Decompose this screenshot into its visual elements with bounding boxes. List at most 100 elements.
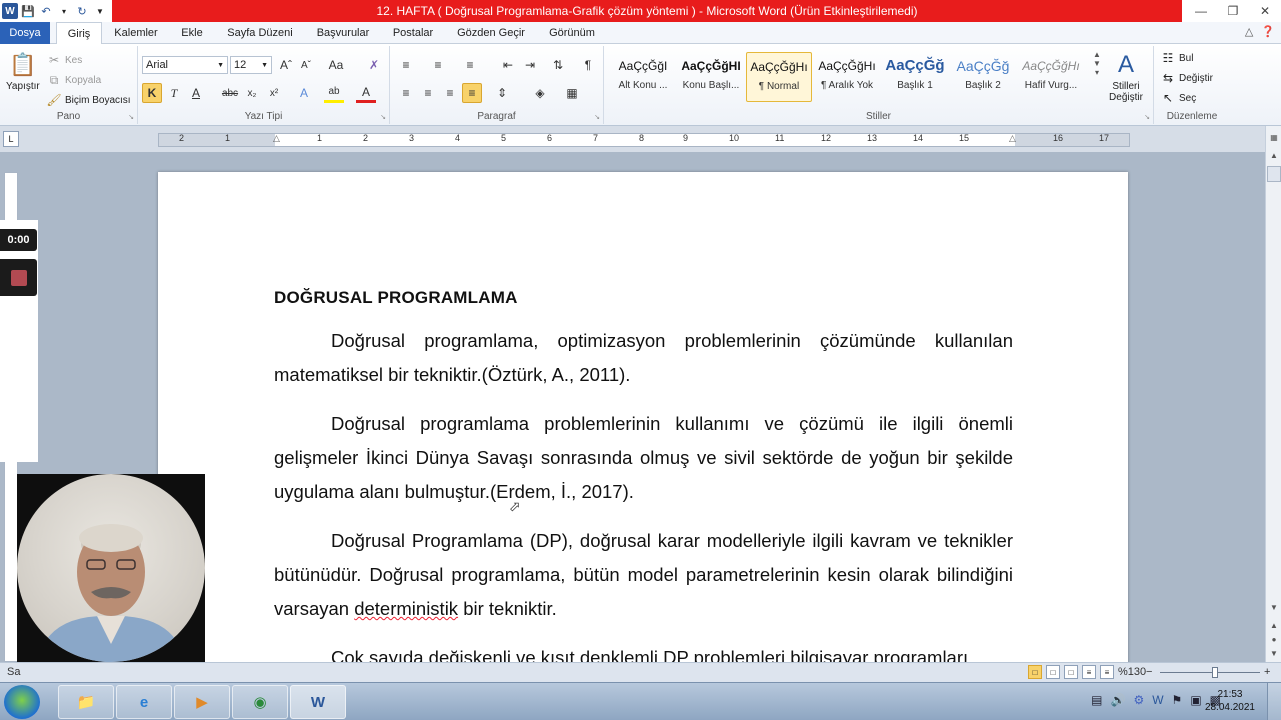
- shrink-font-icon[interactable]: Aˇ: [296, 55, 316, 75]
- align-left-icon[interactable]: ≡: [396, 83, 416, 103]
- flag-icon[interactable]: ⚑: [1172, 693, 1183, 707]
- document-heading[interactable]: DOĞRUSAL PROGRAMLAMA: [274, 288, 1013, 308]
- volume-icon[interactable]: 🔊: [1111, 693, 1126, 707]
- word-icon[interactable]: W: [2, 3, 18, 19]
- chrome-icon[interactable]: ◉: [232, 685, 288, 719]
- word-tray-icon[interactable]: W: [1152, 693, 1163, 707]
- subscript-icon[interactable]: x₂: [242, 83, 262, 103]
- next-page-icon[interactable]: ▼: [1267, 646, 1281, 660]
- style-normal[interactable]: AaÇçĞğHı ¶ Normal: [746, 52, 812, 102]
- draft-icon[interactable]: ≡: [1100, 665, 1114, 679]
- scroll-thumb[interactable]: [1267, 166, 1281, 182]
- settings-icon[interactable]: ⚙: [1133, 693, 1144, 707]
- justify-icon[interactable]: ≡: [462, 83, 482, 103]
- bullets-icon[interactable]: ≡: [396, 55, 416, 75]
- network-icon[interactable]: ▤: [1091, 693, 1102, 707]
- font-size-select[interactable]: 12 ▼: [230, 56, 272, 74]
- spelling-flagged-word[interactable]: deterministik: [354, 598, 458, 619]
- help-icon[interactable]: ❓: [1261, 25, 1275, 38]
- cut-button[interactable]: ✂ Kes: [46, 52, 82, 68]
- scroll-up-icon[interactable]: ▲: [1267, 148, 1281, 162]
- borders-icon[interactable]: ▦: [562, 83, 582, 103]
- clear-format-icon[interactable]: ✗: [364, 55, 384, 75]
- style-title[interactable]: AaÇçĞğHI Konu Başlı...: [678, 52, 744, 102]
- text-effects-icon[interactable]: A: [294, 83, 314, 103]
- underline-button[interactable]: A: [186, 83, 206, 103]
- close-button[interactable]: ✕: [1249, 0, 1281, 22]
- paragraph-3[interactable]: Doğrusal Programlama (DP), doğrusal kara…: [274, 524, 1013, 626]
- paragraph-4[interactable]: Çok sayıda değişkenli ve kısıt denklemli…: [274, 641, 1013, 662]
- zoom-slider[interactable]: − +: [1146, 666, 1270, 678]
- copy-button[interactable]: ⧉ Kopyala: [46, 72, 101, 88]
- start-button[interactable]: [4, 685, 40, 719]
- align-right-icon[interactable]: ≡: [440, 83, 460, 103]
- zoom-slider-knob[interactable]: [1212, 667, 1218, 678]
- tab-home[interactable]: Giriş: [56, 22, 102, 45]
- sort-icon[interactable]: ⇅: [548, 55, 568, 75]
- internet-explorer-icon[interactable]: e: [116, 685, 172, 719]
- zoom-out-icon[interactable]: −: [1146, 666, 1152, 678]
- style-heading-1[interactable]: AaÇçĞğ Başlık 1: [882, 52, 948, 102]
- paragraph-1[interactable]: Doğrusal programlama, optimizasyon probl…: [274, 324, 1013, 392]
- clock[interactable]: 21:53 28.04.2021: [1205, 688, 1255, 714]
- increase-indent-icon[interactable]: ⇥: [520, 55, 540, 75]
- undo-dropdown-icon[interactable]: ▾: [56, 3, 72, 19]
- find-button[interactable]: ☷ Bul: [1160, 50, 1194, 66]
- align-center-icon[interactable]: ≡: [418, 83, 438, 103]
- zoom-level[interactable]: %130: [1118, 666, 1146, 678]
- multilevel-list-icon[interactable]: ≡: [460, 55, 480, 75]
- document-page[interactable]: DOĞRUSAL PROGRAMLAMA Doğrusal programlam…: [158, 172, 1128, 662]
- show-marks-icon[interactable]: ¶: [578, 55, 598, 75]
- strikethrough-icon[interactable]: abc: [220, 83, 240, 103]
- change-styles-button[interactable]: A Stilleri Değiştir: [1102, 50, 1150, 103]
- style-no-spacing[interactable]: AaÇçĞğHı ¶ Aralık Yok: [814, 52, 880, 102]
- zoom-in-icon[interactable]: +: [1264, 666, 1270, 678]
- right-indent-marker-icon[interactable]: △: [1009, 133, 1016, 144]
- save-icon[interactable]: 💾: [20, 3, 36, 19]
- tab-page-layout[interactable]: Sayfa Düzeni: [222, 22, 298, 44]
- outline-icon[interactable]: ≡: [1082, 665, 1096, 679]
- full-screen-reading-icon[interactable]: □: [1046, 665, 1060, 679]
- decrease-indent-icon[interactable]: ⇤: [498, 55, 518, 75]
- redo-icon[interactable]: ↻: [74, 3, 90, 19]
- dialog-launcher-icon[interactable]: ↘: [380, 113, 386, 121]
- line-spacing-icon[interactable]: ⇕: [492, 83, 512, 103]
- grow-font-icon[interactable]: Aˆ: [276, 55, 296, 75]
- stop-recording-button[interactable]: [0, 259, 37, 296]
- tab-file[interactable]: Dosya: [0, 22, 50, 44]
- indent-marker-icon[interactable]: △: [273, 133, 280, 144]
- ruler-bar[interactable]: 2 1 △ 1 2 3 4 5 6 7 8 9 10 11 12 13 14 1…: [158, 133, 1130, 147]
- paragraph-2[interactable]: Doğrusal programlama problemlerinin kull…: [274, 407, 1013, 509]
- tab-mailings[interactable]: Postalar: [386, 22, 440, 44]
- word-taskbar-icon[interactable]: W: [290, 685, 346, 719]
- italic-button[interactable]: T: [164, 83, 184, 103]
- explorer-icon[interactable]: 📁: [58, 685, 114, 719]
- display-icon[interactable]: ▣: [1190, 693, 1201, 707]
- web-layout-icon[interactable]: □: [1064, 665, 1078, 679]
- dialog-launcher-icon[interactable]: ↘: [1144, 113, 1150, 121]
- style-subtitle[interactable]: AaÇçĞğI Alt Konu ...: [610, 52, 676, 102]
- numbering-icon[interactable]: ≡: [428, 55, 448, 75]
- browse-object-icon[interactable]: ●: [1267, 632, 1281, 646]
- restore-button[interactable]: ❐: [1217, 0, 1249, 22]
- view-ruler-icon[interactable]: ▦: [1267, 130, 1281, 144]
- tab-insert[interactable]: Ekle: [172, 22, 212, 44]
- customize-icon[interactable]: ▼: [92, 3, 108, 19]
- font-name-select[interactable]: Arial ▼: [142, 56, 228, 74]
- style-subtle-emphasis[interactable]: AaÇçĞğHı Hafif Vurg...: [1018, 52, 1084, 102]
- vertical-scrollbar[interactable]: ▦ ▲ ▼ ▲ ● ▼: [1265, 126, 1281, 662]
- superscript-icon[interactable]: x²: [264, 83, 284, 103]
- minimize-ribbon-icon[interactable]: △: [1245, 25, 1253, 38]
- dialog-launcher-icon[interactable]: ↘: [128, 113, 134, 121]
- style-heading-2[interactable]: AaÇçĞğ Başlık 2: [950, 52, 1016, 102]
- shading-icon[interactable]: ◈: [530, 83, 550, 103]
- tab-references[interactable]: Başvurular: [310, 22, 376, 44]
- tab-review[interactable]: Gözden Geçir: [452, 22, 530, 44]
- select-button[interactable]: ↖ Seç: [1160, 90, 1196, 106]
- previous-page-icon[interactable]: ▲: [1267, 618, 1281, 632]
- minimize-button[interactable]: —: [1185, 0, 1217, 22]
- bold-button[interactable]: K: [142, 83, 162, 103]
- format-painter-button[interactable]: 🖌 Biçim Boyacısı: [46, 92, 130, 108]
- print-layout-icon[interactable]: □: [1028, 665, 1042, 679]
- scroll-down-icon[interactable]: ▼: [1267, 600, 1281, 614]
